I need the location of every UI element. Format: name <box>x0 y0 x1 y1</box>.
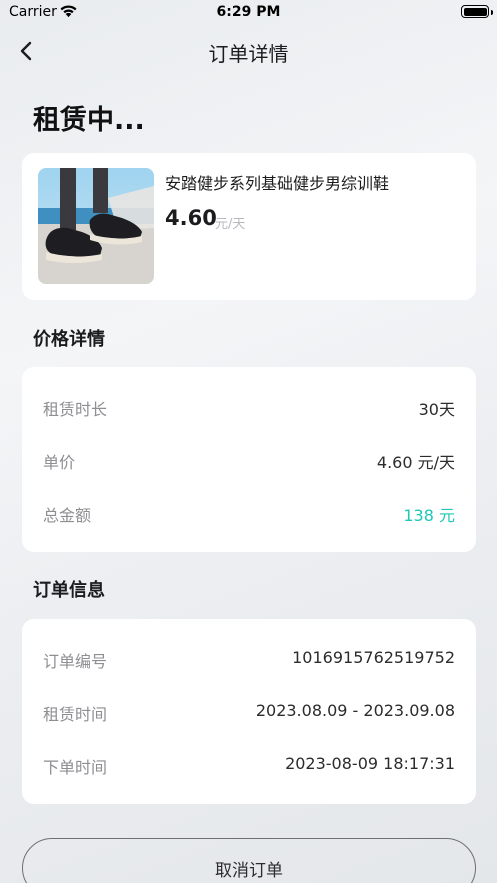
product-price: 4.60 <box>165 206 217 230</box>
order-info-title: 订单信息 <box>33 580 105 601</box>
order-number-row: 订单编号 1016915762519752 <box>43 648 455 672</box>
order-status-heading: 租赁中... <box>33 105 145 136</box>
product-image <box>38 168 154 284</box>
row-label: 单价 <box>43 453 76 472</box>
product-name: 安踏健步系列基础健步男综训鞋 <box>165 174 390 193</box>
product-card[interactable]: 安踏健步系列基础健步男综训鞋 4.60 元/天 <box>22 153 476 300</box>
navigation-bar: 订单详情 <box>0 30 497 70</box>
row-value: 1016915762519752 <box>292 648 455 667</box>
cancel-order-button[interactable]: 取消订单 <box>22 838 476 883</box>
status-bar: Carrier 6:29 PM <box>0 0 497 26</box>
price-details-card: 租赁时长 30天 单价 4.60 元/天 总金额 138 元 <box>22 367 476 552</box>
row-label: 下单时间 <box>43 758 108 777</box>
row-value: 4.60 元/天 <box>376 453 455 472</box>
page-title: 订单详情 <box>208 42 289 66</box>
total-amount-row: 总金额 138 元 <box>43 502 455 526</box>
price-details-title: 价格详情 <box>33 329 105 350</box>
rental-period-row: 租赁时间 2023.08.09 - 2023.09.08 <box>43 701 455 725</box>
row-label: 租赁时间 <box>43 705 108 724</box>
row-label: 总金额 <box>43 506 92 525</box>
battery-icon <box>461 5 489 18</box>
order-time-row: 下单时间 2023-08-09 18:17:31 <box>43 754 455 778</box>
row-value: 2023.08.09 - 2023.09.08 <box>255 701 455 720</box>
total-amount-value: 138 元 <box>403 506 455 525</box>
row-value: 2023-08-09 18:17:31 <box>285 754 455 773</box>
rental-duration-row: 租赁时长 30天 <box>43 396 455 420</box>
row-value: 30天 <box>418 400 455 419</box>
unit-price-row: 单价 4.60 元/天 <box>43 449 455 473</box>
price-unit: 元/天 <box>215 217 246 232</box>
clock: 6:29 PM <box>216 4 281 20</box>
row-label: 订单编号 <box>43 652 108 671</box>
row-label: 租赁时长 <box>43 400 108 419</box>
order-info-card: 订单编号 1016915762519752 租赁时间 2023.08.09 - … <box>22 619 476 804</box>
